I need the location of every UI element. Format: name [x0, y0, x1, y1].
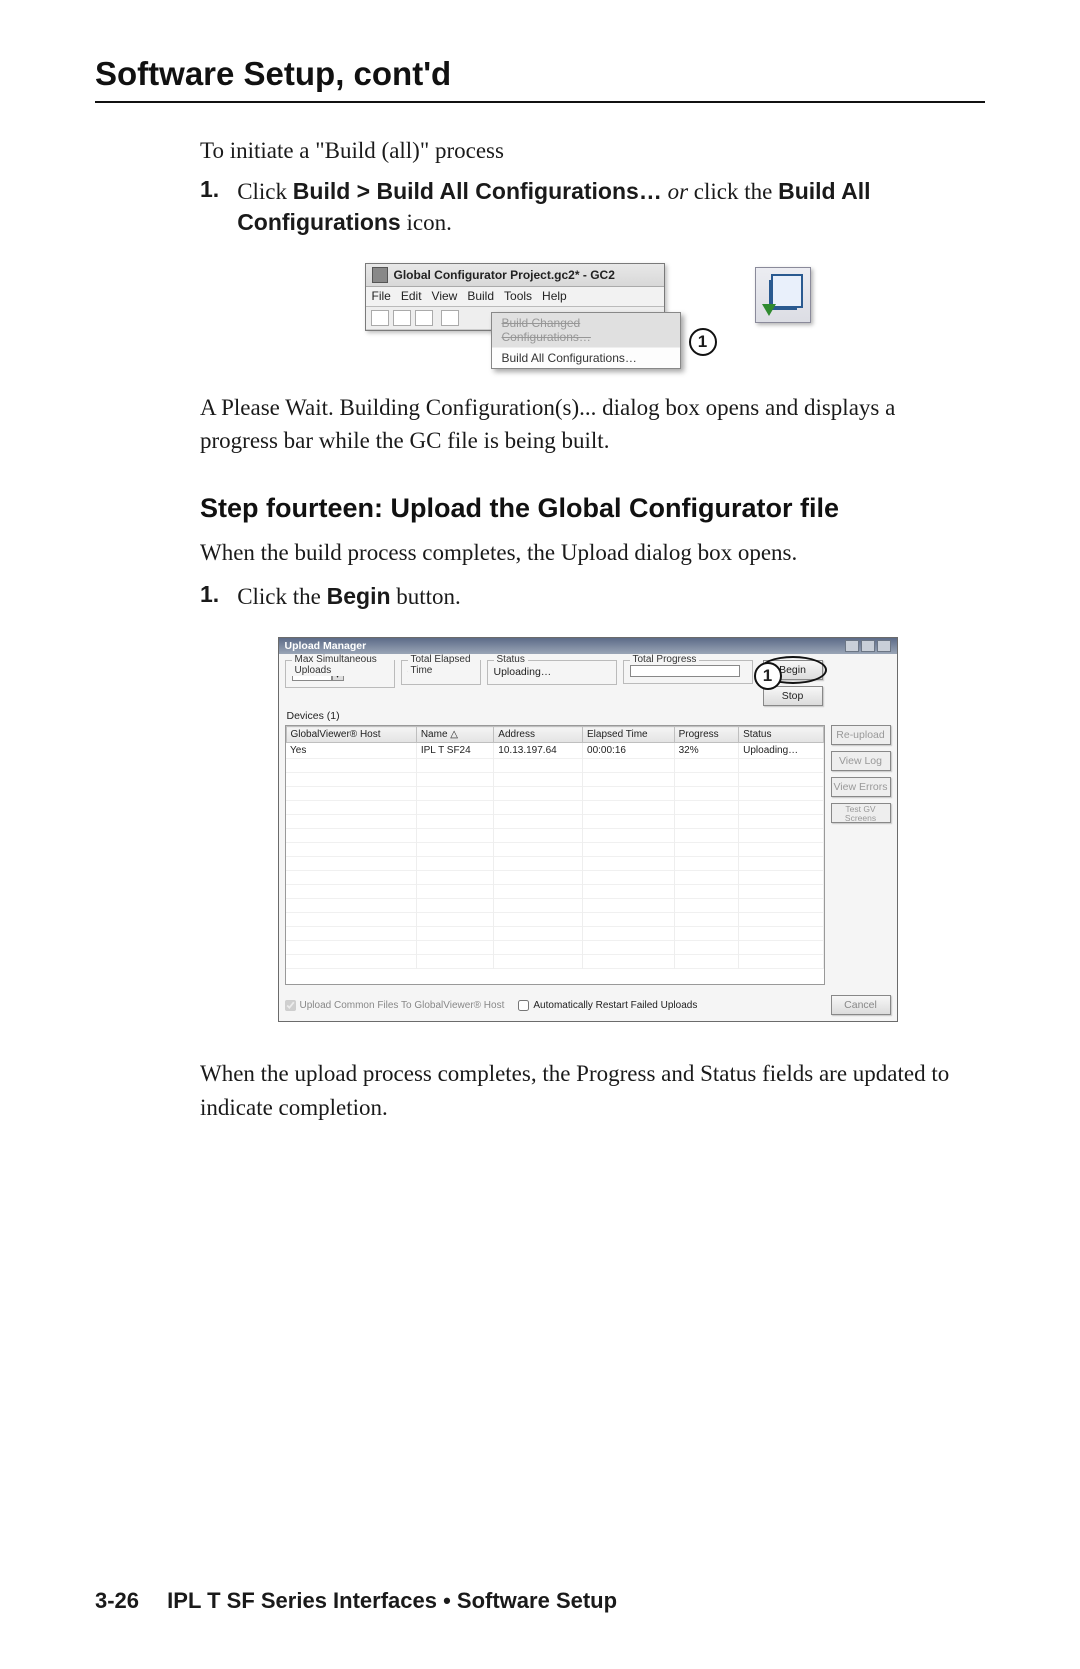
build-step-1: 1. Click Build > Build All Configuration…	[200, 176, 975, 238]
step-number: 1.	[200, 581, 219, 612]
menu-build[interactable]: Build	[467, 289, 494, 303]
table-row[interactable]: Yes IPL T SF24 10.13.197.64 00:00:16 32%…	[286, 743, 823, 759]
cancel-button[interactable]: Cancel	[831, 995, 891, 1015]
total-progress-group: Total Progress	[623, 660, 753, 684]
step-14-heading: Step fourteen: Upload the Global Configu…	[200, 493, 985, 524]
auto-restart-label: Automatically Restart Failed Uploads	[533, 1000, 697, 1011]
step-text-or: or	[662, 179, 694, 204]
toolbar-open-icon[interactable]	[393, 310, 411, 326]
gc-menubar: File Edit View Build Tools Help	[366, 287, 664, 307]
page-number: 3-26	[95, 1588, 139, 1613]
gc-title-text: Global Configurator Project.gc2* - GC2	[394, 268, 615, 282]
upload-common-checkbox[interactable]: Upload Common Files To GlobalViewer® Hos…	[285, 1000, 505, 1011]
maximize-icon[interactable]	[861, 640, 875, 652]
step-number: 1.	[200, 176, 219, 238]
elapsed-label: Total Elapsed Time	[408, 654, 480, 676]
devices-label: Devices (1)	[279, 710, 897, 725]
reupload-button[interactable]: Re-upload	[831, 725, 891, 745]
step-text: Click the	[237, 584, 326, 609]
app-icon	[372, 267, 388, 283]
view-errors-button[interactable]: View Errors	[831, 777, 891, 797]
col-status[interactable]: Status	[739, 727, 823, 743]
step-text: icon.	[401, 210, 452, 235]
checkbox-icon[interactable]	[518, 1000, 529, 1011]
build-all-item[interactable]: Build All Configurations…	[492, 347, 680, 368]
step-text: Click	[237, 179, 293, 204]
toolbar-save-icon[interactable]	[415, 310, 433, 326]
upload-complete-paragraph: When the upload process completes, the P…	[200, 1057, 975, 1124]
figure-build-menu: Global Configurator Project.gc2* - GC2 F…	[200, 263, 975, 331]
checkbox-icon[interactable]	[285, 1000, 296, 1011]
menu-view[interactable]: View	[432, 289, 458, 303]
build-dropdown: Build Changed Configurations… Build All …	[491, 312, 681, 369]
toolbar-extra-icon[interactable]	[441, 310, 459, 326]
minimize-icon[interactable]	[845, 640, 859, 652]
menu-help[interactable]: Help	[542, 289, 567, 303]
elapsed-group: Total Elapsed Time 00:00:16	[401, 660, 481, 685]
upload-step-1: 1. Click the Begin button.	[200, 581, 975, 612]
max-uploads-group: Max Simultaneous Uploads ▴ ▾	[285, 660, 395, 688]
cell-address: 10.13.197.64	[494, 743, 583, 759]
title-rule	[95, 101, 985, 103]
build-all-configurations-icon[interactable]	[755, 267, 811, 323]
menu-path-bold: Build > Build All Configurations…	[293, 178, 662, 204]
build-changed-item[interactable]: Build Changed Configurations…	[492, 313, 680, 347]
step-text: click the	[694, 179, 778, 204]
step-text: button.	[391, 584, 461, 609]
devices-table: GlobalViewer® Host Name △ Address Elapse…	[285, 725, 825, 985]
col-progress[interactable]: Progress	[674, 727, 739, 743]
upload-common-label: Upload Common Files To GlobalViewer® Hos…	[300, 1000, 505, 1011]
menu-tools[interactable]: Tools	[504, 289, 532, 303]
status-label: Status	[494, 654, 528, 665]
status-value: Uploading…	[494, 665, 610, 678]
upload-manager-window: Upload Manager Max Simultaneous Uploads …	[278, 637, 898, 1022]
menu-file[interactable]: File	[372, 289, 391, 303]
page-footer: 3-26 IPL T SF Series Interfaces • Softwa…	[95, 1588, 617, 1614]
build-progress-paragraph: A Please Wait. Building Configuration(s)…	[200, 391, 975, 458]
cell-progress: 32%	[674, 743, 739, 759]
callout-1: 1	[754, 662, 782, 690]
col-address[interactable]: Address	[494, 727, 583, 743]
toolbar-new-icon[interactable]	[371, 310, 389, 326]
auto-restart-checkbox[interactable]: Automatically Restart Failed Uploads	[518, 1000, 697, 1011]
status-group: Status Uploading…	[487, 660, 617, 685]
cell-name: IPL T SF24	[416, 743, 493, 759]
total-progress-bar	[630, 665, 740, 677]
col-elapsed[interactable]: Elapsed Time	[583, 727, 675, 743]
begin-bold: Begin	[327, 583, 391, 609]
callout-1: 1	[689, 328, 717, 356]
test-screens-button[interactable]: Test GV Screens	[831, 803, 891, 823]
cell-gvhost: Yes	[286, 743, 416, 759]
total-progress-label: Total Progress	[630, 654, 700, 665]
footer-text: IPL T SF Series Interfaces • Software Se…	[167, 1588, 617, 1613]
col-gvhost[interactable]: GlobalViewer® Host	[286, 727, 416, 743]
gc-titlebar: Global Configurator Project.gc2* - GC2	[366, 264, 664, 287]
close-icon[interactable]	[877, 640, 891, 652]
upload-manager-titlebar: Upload Manager	[279, 638, 897, 654]
cell-elapsed: 00:00:16	[583, 743, 675, 759]
max-uploads-label: Max Simultaneous Uploads	[292, 654, 394, 676]
down-arrow-icon	[762, 304, 776, 316]
cell-status: Uploading…	[739, 743, 823, 759]
figure-upload-manager: Upload Manager Max Simultaneous Uploads …	[200, 637, 975, 1022]
col-name[interactable]: Name △	[416, 727, 493, 743]
gc-window: Global Configurator Project.gc2* - GC2 F…	[365, 263, 665, 331]
intro-text: To initiate a "Build (all)" process	[200, 138, 975, 164]
upload-manager-title: Upload Manager	[285, 640, 367, 652]
view-log-button[interactable]: View Log	[831, 751, 891, 771]
step-14-intro: When the build process completes, the Up…	[200, 536, 975, 569]
page-title: Software Setup, cont'd	[95, 55, 985, 101]
menu-edit[interactable]: Edit	[401, 289, 422, 303]
